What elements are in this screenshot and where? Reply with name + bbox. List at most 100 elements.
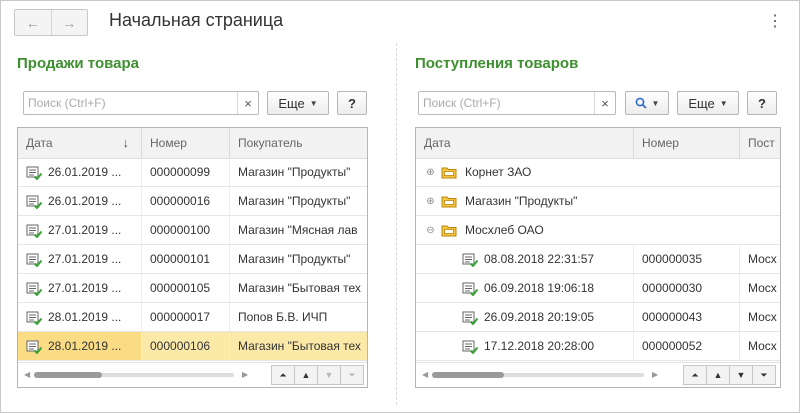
- receipts-help-button[interactable]: ?: [747, 91, 777, 115]
- number-cell-text: 000000017: [150, 310, 211, 324]
- number-cell-text: 000000100: [150, 223, 211, 237]
- sales-page-nav: ⏶ ▲ ▼ ⏷: [271, 365, 364, 385]
- document-posted-icon: [26, 340, 42, 354]
- back-arrow-icon: ←: [25, 14, 40, 31]
- expand-icon[interactable]: ⊕: [426, 168, 435, 178]
- customer-cell-text: Магазин "Бытовая тех: [238, 339, 361, 353]
- document-posted-icon: [462, 340, 478, 354]
- table-row[interactable]: 27.01.2019 ... 000000105 Магазин "Бытовая …: [18, 274, 367, 303]
- folder-icon: [441, 225, 457, 237]
- folder-icon: [441, 196, 457, 208]
- column-header-number[interactable]: Номер: [634, 128, 740, 158]
- search-options-button[interactable]: ▼: [625, 91, 669, 115]
- down-triangle-icon: ▼: [324, 370, 334, 380]
- first-page-icon: ⏶: [691, 369, 699, 380]
- column-header-customer[interactable]: Покупатель: [230, 128, 367, 158]
- first-page-button[interactable]: ⏶: [271, 365, 295, 385]
- scroll-right-icon[interactable]: ▶: [652, 369, 658, 381]
- table-row[interactable]: 26.01.2019 ... 000000099 Магазин "Продукты…: [18, 158, 367, 187]
- customer-cell: Магазин "Продукты": [230, 187, 367, 215]
- date-cell: 28.01.2019 ...: [18, 332, 142, 360]
- back-button[interactable]: ←: [15, 10, 51, 35]
- table-row[interactable]: 28.01.2019 ... 000000017 Попов Б.В. ИЧП: [18, 303, 367, 332]
- next-page-button[interactable]: ▼: [317, 365, 341, 385]
- table-row[interactable]: 26.09.2018 20:19:05 000000043 Мосх: [416, 303, 780, 332]
- document-posted-icon: [462, 282, 478, 296]
- date-cell: 28.01.2019 ...: [18, 303, 142, 331]
- table-row[interactable]: 27.01.2019 ... 000000101 Магазин "Продукты…: [18, 245, 367, 274]
- column-header-number[interactable]: Номер: [142, 128, 230, 158]
- date-cell-text: 17.12.2018 20:28:00: [484, 339, 595, 353]
- group-row[interactable]: ⊖ Мосхлеб ОАО: [416, 216, 780, 245]
- customer-cell-text: Магазин "Бытовая тех: [238, 281, 361, 295]
- group-cell: ⊖ Мосхлеб ОАО: [416, 216, 780, 244]
- group-cell: ⊕ Корнет ЗАО: [416, 158, 780, 186]
- receipts-table-footer: ◀ ▶ ⏶ ▲ ▼ ⏷: [416, 362, 780, 387]
- collapse-icon[interactable]: ⊖: [426, 226, 435, 236]
- column-header-date[interactable]: Дата ↓: [18, 128, 142, 158]
- title-bar: ← → Начальная страница ⋮: [1, 1, 799, 43]
- customer-cell: Магазин "Бытовая тех: [230, 274, 367, 302]
- sales-search-input[interactable]: [24, 92, 237, 114]
- sales-panel-title: Продажи товара: [17, 55, 139, 72]
- number-cell: 000000099: [142, 158, 230, 186]
- scroll-left-icon[interactable]: ◀: [422, 369, 428, 381]
- sales-table: Дата ↓ Номер Покупатель 26.01.2019 ... 00…: [17, 127, 368, 388]
- date-cell: 27.01.2019 ...: [18, 274, 142, 302]
- date-cell-text: 26.09.2018 20:19:05: [484, 310, 595, 324]
- last-page-button[interactable]: ⏷: [752, 365, 776, 385]
- date-cell: 08.08.2018 22:31:57: [416, 245, 634, 273]
- number-cell-text: 000000101: [150, 252, 211, 266]
- number-cell-text: 000000106: [150, 339, 211, 353]
- scroll-thumb[interactable]: [432, 372, 504, 378]
- prev-page-button[interactable]: ▲: [706, 365, 730, 385]
- scroll-right-icon[interactable]: ▶: [242, 369, 248, 381]
- group-name: Магазин "Продукты": [465, 194, 578, 208]
- forward-button[interactable]: →: [50, 10, 88, 35]
- table-row[interactable]: 26.01.2019 ... 000000016 Магазин "Продукты…: [18, 187, 367, 216]
- number-cell: 000000043: [634, 303, 740, 331]
- document-posted-icon: [26, 253, 42, 267]
- group-row[interactable]: ⊕ Корнет ЗАО: [416, 158, 780, 187]
- search-icon: [635, 97, 647, 109]
- receipts-search-box: ×: [418, 91, 616, 115]
- first-page-button[interactable]: ⏶: [683, 365, 707, 385]
- number-cell: 000000105: [142, 274, 230, 302]
- last-page-button[interactable]: ⏷: [340, 365, 364, 385]
- receipts-search-input[interactable]: [419, 92, 594, 114]
- table-row[interactable]: 27.01.2019 ... 000000100 Магазин "Мясная л…: [18, 216, 367, 245]
- expand-icon[interactable]: ⊕: [426, 197, 435, 207]
- table-row[interactable]: 08.08.2018 22:31:57 000000035 Мосх: [416, 245, 780, 274]
- receipts-horizontal-scrollbar[interactable]: ◀ ▶: [422, 369, 660, 381]
- document-posted-icon: [26, 224, 42, 238]
- sales-help-button[interactable]: ?: [337, 91, 367, 115]
- group-name: Мосхлеб ОАО: [465, 223, 544, 237]
- clear-search-icon[interactable]: ×: [594, 92, 615, 114]
- column-header-supplier[interactable]: Пост: [740, 128, 780, 158]
- clear-search-icon[interactable]: ×: [237, 92, 258, 114]
- next-page-button[interactable]: ▼: [729, 365, 753, 385]
- date-cell: 06.09.2018 19:06:18: [416, 274, 634, 302]
- document-posted-icon: [26, 282, 42, 296]
- sales-more-button[interactable]: Еще ▼: [267, 91, 329, 115]
- scroll-thumb[interactable]: [34, 372, 102, 378]
- receipts-more-label: Еще: [688, 95, 715, 111]
- table-row[interactable]: 17.12.2018 20:28:00 000000052 Мосх: [416, 332, 780, 361]
- scroll-left-icon[interactable]: ◀: [24, 369, 30, 381]
- number-cell-text: 000000035: [642, 252, 703, 266]
- number-cell: 000000030: [634, 274, 740, 302]
- table-row[interactable]: 28.01.2019 ... 000000106 Магазин "Бытовая …: [18, 332, 367, 361]
- column-header-date[interactable]: Дата: [416, 128, 634, 158]
- more-menu-icon[interactable]: ⋮: [767, 12, 783, 32]
- number-cell-text: 000000030: [642, 281, 703, 295]
- customer-cell-text: Магазин "Продукты": [238, 165, 351, 179]
- prev-page-button[interactable]: ▲: [294, 365, 318, 385]
- receipts-more-button[interactable]: Еще ▼: [677, 91, 739, 115]
- number-cell-text: 000000016: [150, 194, 211, 208]
- customer-cell: Магазин "Продукты": [230, 245, 367, 273]
- sales-horizontal-scrollbar[interactable]: ◀ ▶: [24, 369, 250, 381]
- last-page-icon: ⏷: [760, 369, 768, 380]
- table-row[interactable]: 06.09.2018 19:06:18 000000030 Мосх: [416, 274, 780, 303]
- group-row[interactable]: ⊕ Магазин "Продукты": [416, 187, 780, 216]
- date-cell: 26.09.2018 20:19:05: [416, 303, 634, 331]
